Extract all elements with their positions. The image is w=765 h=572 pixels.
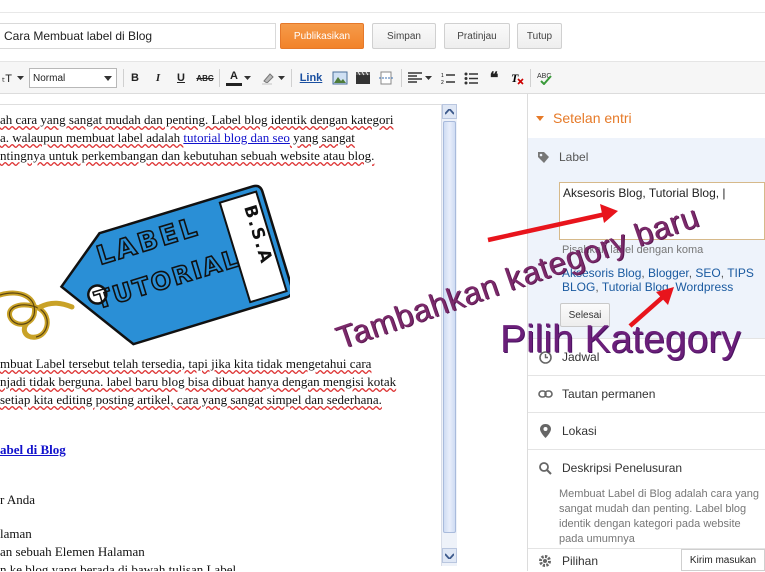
- toolbar-separator: [219, 69, 220, 87]
- editor-line: mbuat Label tersebut telah tersedia, tap…: [0, 356, 372, 371]
- editor-line: laman: [0, 526, 32, 541]
- underline-button[interactable]: U: [174, 68, 188, 88]
- text-color-dropdown-icon[interactable]: [243, 68, 251, 88]
- pin-icon: [537, 423, 553, 439]
- label-option[interactable]: Blogger: [648, 266, 689, 280]
- sidebar-item-label: Tautan permanen: [562, 387, 656, 401]
- format-value: Normal: [33, 72, 66, 84]
- align-icon[interactable]: [407, 68, 423, 88]
- label-option[interactable]: Wordpress: [675, 280, 733, 294]
- editor-toolbar: ₜT Normal B I U ABC A Link 12 ❝ T ABC: [0, 62, 765, 94]
- toolbar-separator: [123, 69, 124, 87]
- video-icon[interactable]: [354, 68, 372, 88]
- font-size-dropdown-icon[interactable]: [15, 68, 25, 88]
- sidebar-item-label: Lokasi: [562, 424, 597, 438]
- link-icon: [537, 386, 553, 402]
- scroll-thumb[interactable]: [443, 121, 456, 533]
- label-title: Label: [559, 150, 589, 164]
- toolbar-separator: [291, 69, 292, 87]
- sidebar-item-label: Deskripsi Penelusuran: [562, 461, 683, 475]
- highlight-dropdown-icon[interactable]: [277, 68, 285, 88]
- annotation-choose: Pilih Kategory: [500, 318, 741, 361]
- editor-line: ntingnya untuk perkembangan dan kebutuha…: [0, 148, 375, 163]
- italic-button[interactable]: I: [151, 68, 165, 88]
- editor-line: setiap kita editing posting artikel, car…: [0, 392, 382, 407]
- editor-line: r Anda: [0, 492, 36, 507]
- post-title-input[interactable]: [0, 23, 276, 49]
- spellcheck-icon[interactable]: ABC: [536, 68, 554, 88]
- label-option[interactable]: Tutorial Blog: [602, 280, 669, 294]
- font-size-button[interactable]: ₜT: [0, 68, 14, 88]
- post-settings-title: Setelan entri: [553, 110, 632, 126]
- label-tag-image[interactable]: LABEL TUTORIAL B.S.A: [0, 177, 290, 355]
- search-description-text[interactable]: Membuat Label di Blog adalah cara yang s…: [559, 487, 759, 547]
- send-feedback-button[interactable]: Kirim masukan: [681, 549, 765, 571]
- highlight-icon[interactable]: [260, 68, 276, 88]
- jump-break-icon[interactable]: [377, 68, 395, 88]
- editor-line: abel di Blog: [0, 441, 66, 459]
- heading-link[interactable]: abel di Blog: [0, 442, 66, 457]
- svg-text:T: T: [511, 71, 519, 85]
- bold-button[interactable]: B: [128, 68, 142, 88]
- label-option[interactable]: SEO: [695, 266, 720, 280]
- preview-button[interactable]: Pratinjau: [444, 23, 510, 49]
- top-bar: Publikasikan Simpan Pratinjau Tutup: [0, 0, 765, 62]
- image-icon[interactable]: [331, 68, 349, 88]
- close-button[interactable]: Tutup: [517, 23, 562, 49]
- editor-scrollbar[interactable]: [441, 104, 457, 566]
- clear-format-icon[interactable]: T: [509, 68, 525, 88]
- editor-line: a. walaupun membuat label adalah tutoria…: [0, 130, 355, 145]
- editor-line: njadi tidak berguna. label baru blog bis…: [0, 374, 397, 389]
- save-button[interactable]: Simpan: [372, 23, 436, 49]
- scroll-up-icon[interactable]: [442, 104, 457, 119]
- search-icon: [537, 460, 553, 476]
- caret-down-icon: [536, 115, 544, 121]
- text-color-button[interactable]: A: [226, 68, 242, 86]
- editor-line: ah cara yang sangat mudah dan penting. L…: [0, 112, 394, 127]
- gear-icon: [537, 553, 553, 569]
- sidebar-item-location[interactable]: Lokasi: [528, 412, 765, 449]
- sidebar-item-search-description[interactable]: Deskripsi Penelusuran: [528, 449, 765, 486]
- align-dropdown-icon[interactable]: [424, 68, 432, 88]
- quote-icon[interactable]: ❝: [486, 68, 502, 88]
- numbered-list-icon[interactable]: 12: [440, 68, 456, 88]
- link-button[interactable]: Link: [297, 68, 325, 88]
- svg-text:2: 2: [441, 80, 444, 85]
- strikethrough-button[interactable]: ABC: [196, 68, 214, 88]
- scroll-down-icon[interactable]: [442, 548, 457, 563]
- label-section-title[interactable]: Label: [537, 150, 588, 164]
- tag-icon: [538, 151, 549, 163]
- editor-line: n ke blog yang berada di bawah tulisan L…: [0, 562, 237, 571]
- top-divider: [0, 12, 765, 13]
- chevron-down-icon: [104, 76, 112, 81]
- rope-knot-icon: [0, 290, 75, 340]
- toolbar-separator: [530, 69, 531, 87]
- svg-text:1: 1: [441, 73, 444, 79]
- format-select[interactable]: Normal: [29, 68, 117, 88]
- publish-button[interactable]: Publikasikan: [280, 23, 364, 49]
- sidebar-item-label: Pilihan: [562, 553, 599, 568]
- toolbar-separator: [401, 69, 402, 87]
- bulleted-list-icon[interactable]: [463, 68, 479, 88]
- sidebar-item-permalink[interactable]: Tautan permanen: [528, 375, 765, 412]
- tutorial-link[interactable]: tutorial blog dan seo: [183, 130, 290, 145]
- post-settings-header[interactable]: Setelan entri: [536, 110, 632, 126]
- editor-line: an sebuah Elemen Halaman: [0, 544, 145, 559]
